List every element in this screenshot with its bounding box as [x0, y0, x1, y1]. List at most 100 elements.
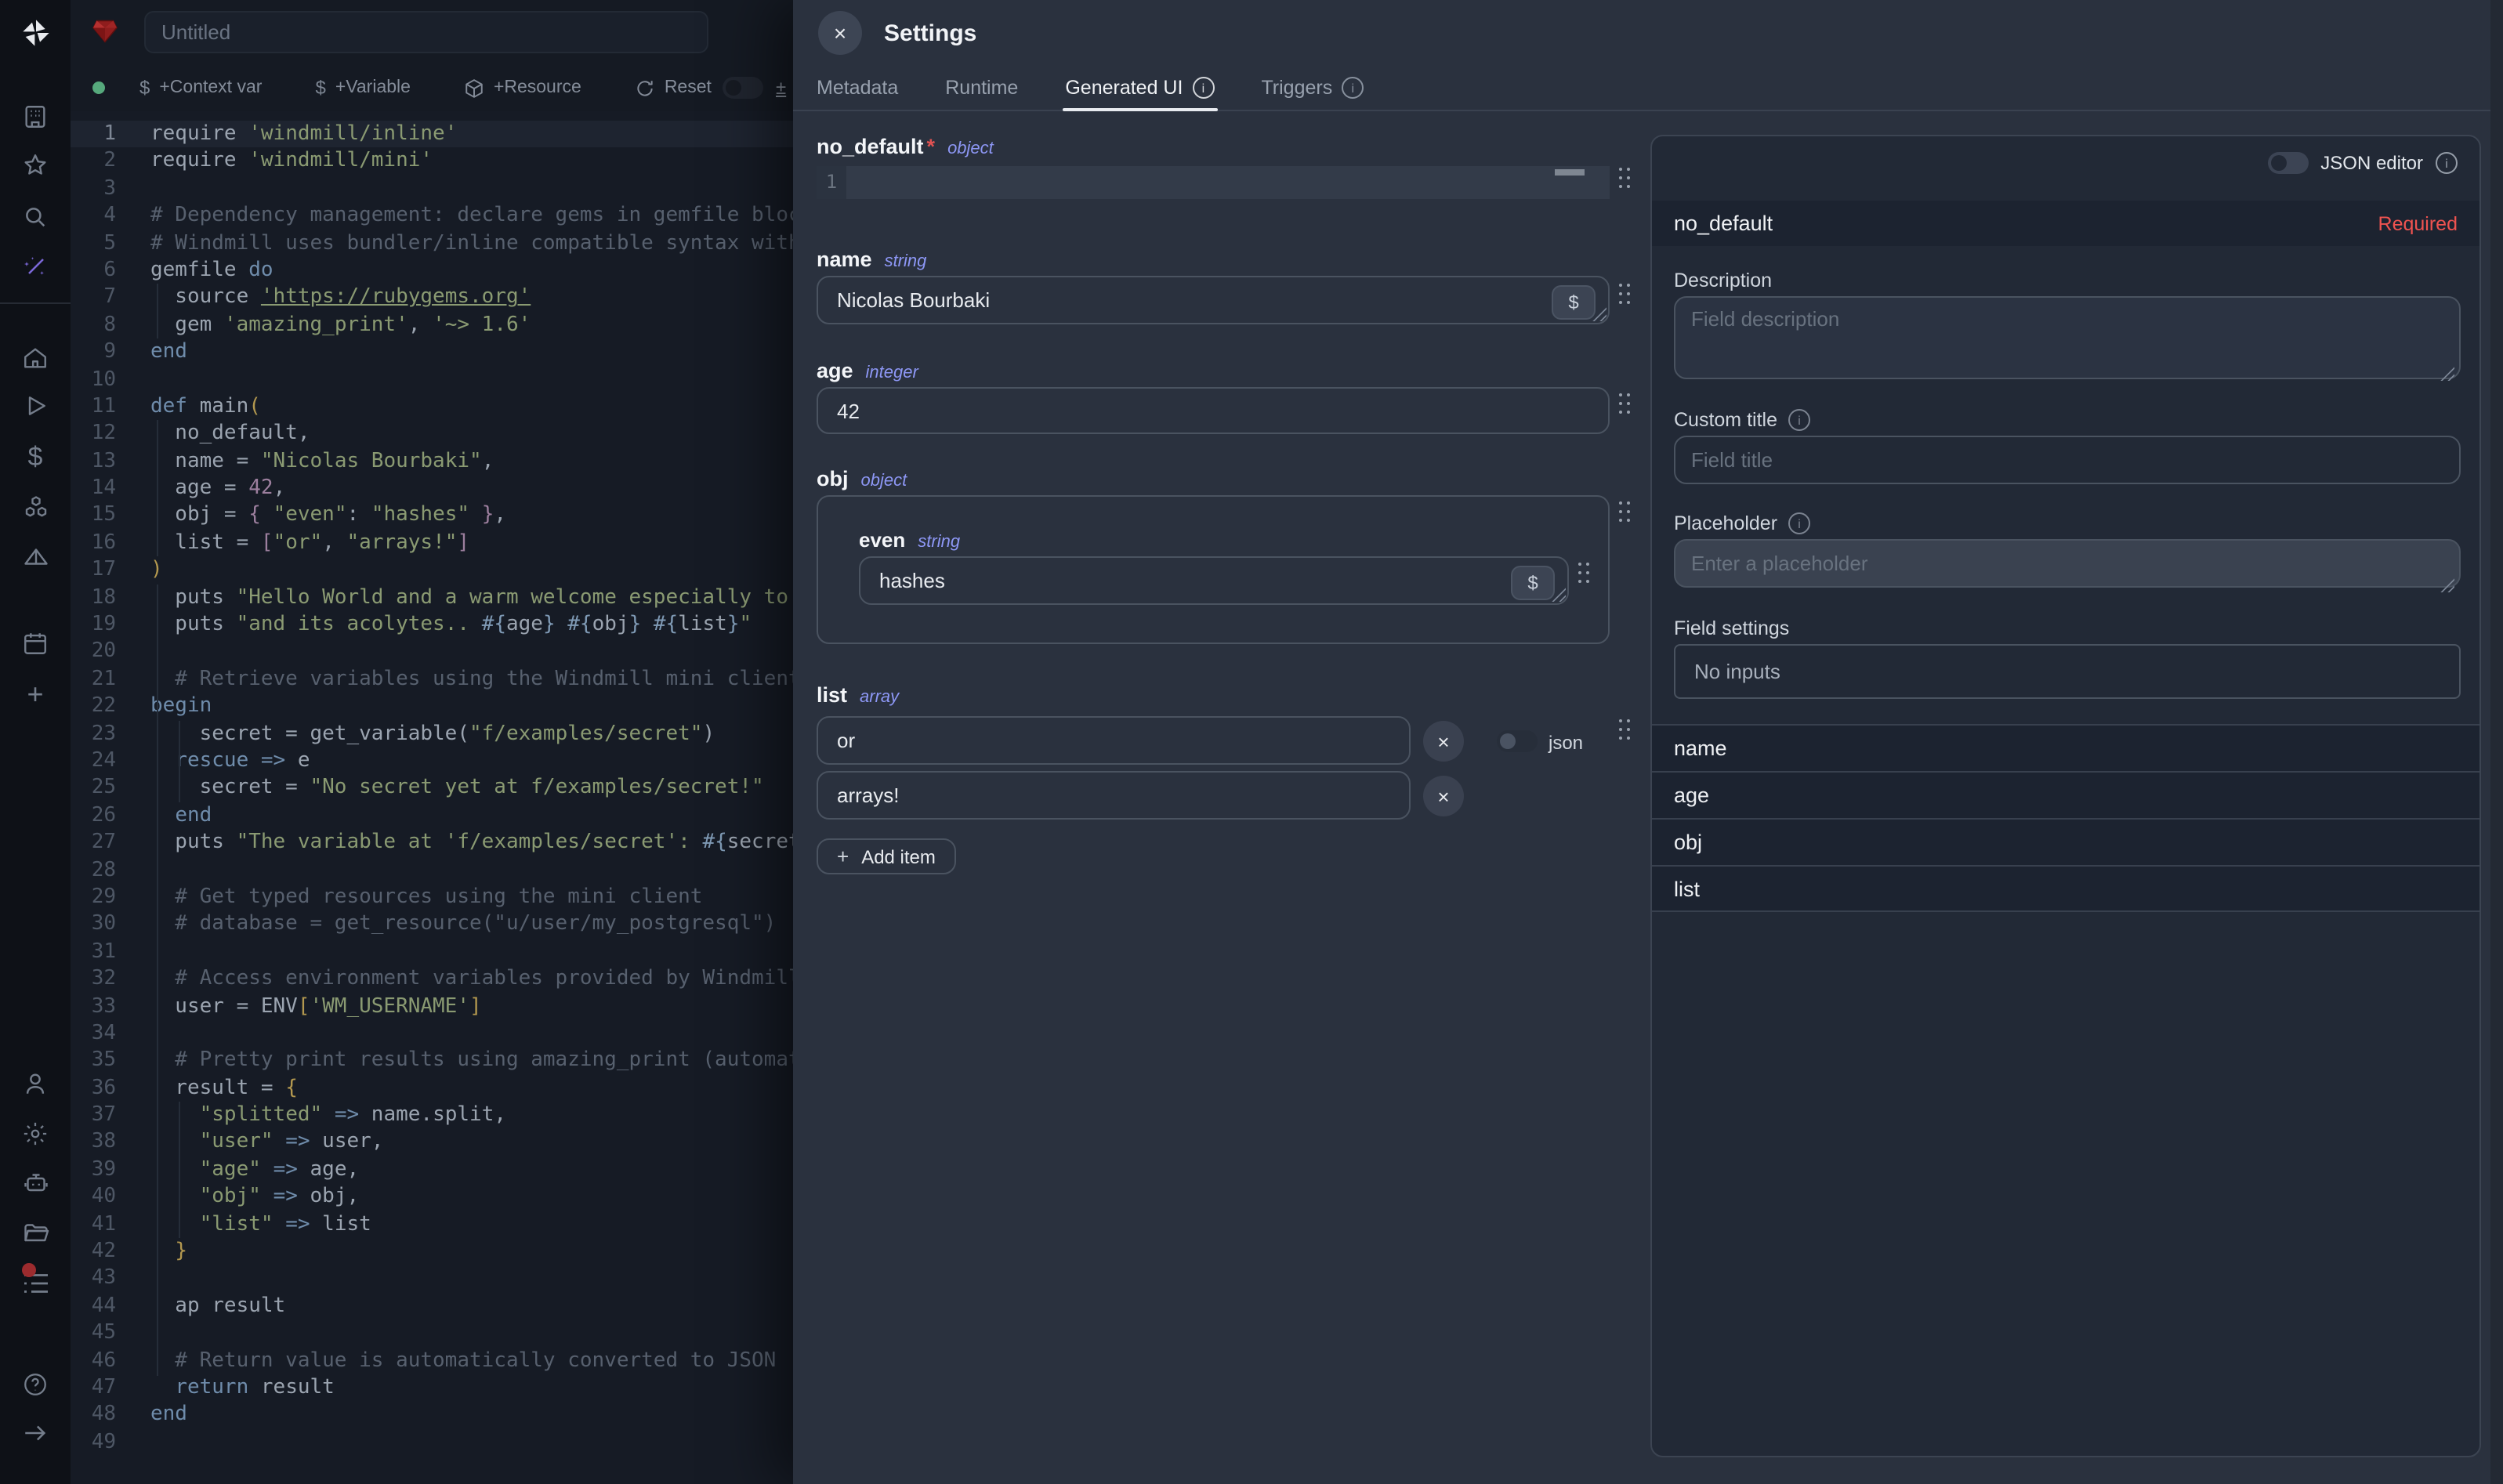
sidebar-ai-button[interactable] — [0, 249, 71, 284]
description-textarea[interactable] — [1674, 296, 2461, 379]
close-button[interactable]: × — [818, 11, 862, 55]
insert-variable-button[interactable]: $ — [1511, 566, 1555, 600]
add-variable-button[interactable]: $ +Variable — [315, 77, 411, 99]
field-row-obj[interactable]: obj — [1652, 818, 2479, 865]
sidebar-home-button[interactable] — [0, 340, 71, 375]
code-line[interactable]: 3 — [71, 176, 793, 203]
add-resource-button[interactable]: +Resource — [464, 78, 581, 98]
editor-scrollbar[interactable] — [1555, 169, 1585, 176]
field-row-name[interactable]: name — [1652, 724, 2479, 771]
field-row-list[interactable]: list — [1652, 865, 2479, 912]
list-item-input[interactable]: arrays! — [817, 771, 1411, 820]
code-line[interactable]: 8 gem 'amazing_print', '~> 1.6' — [71, 311, 793, 338]
code-line[interactable]: 48end — [71, 1402, 793, 1429]
sidebar-runs-button[interactable] — [0, 389, 71, 423]
code-line[interactable]: 21 # Retrieve variables using the Windmi… — [71, 666, 793, 693]
code-line[interactable]: 11def main( — [71, 393, 793, 421]
code-line[interactable]: 45 — [71, 1319, 793, 1347]
code-line[interactable]: 32 # Access environment variables provid… — [71, 965, 793, 993]
code-line[interactable]: 28 — [71, 856, 793, 884]
drag-handle[interactable] — [1619, 284, 1633, 307]
code-line[interactable]: 22begin — [71, 693, 793, 720]
insert-variable-button[interactable]: $ — [1552, 285, 1596, 320]
code-line[interactable]: 33 user = ENV['WM_USERNAME'] — [71, 993, 793, 1020]
drag-handle[interactable] — [1619, 719, 1633, 743]
code-line[interactable]: 26 end — [71, 802, 793, 830]
code-line[interactable]: 7 source 'https://rubygems.org' — [71, 284, 793, 312]
sidebar-triggers-button[interactable] — [0, 541, 71, 575]
name-input[interactable]: Nicolas Bourbaki $ — [817, 276, 1610, 324]
sidebar-expand-button[interactable] — [0, 1415, 71, 1450]
code-line[interactable]: 27 puts "The variable at 'f/examples/sec… — [71, 829, 793, 856]
code-line[interactable]: 49 — [71, 1429, 793, 1457]
code-line[interactable]: 31 — [71, 938, 793, 965]
code-line[interactable]: 47 return result — [71, 1374, 793, 1402]
code-line[interactable]: 36 result = { — [71, 1074, 793, 1102]
code-line[interactable]: 35 # Pretty print results using amazing_… — [71, 1048, 793, 1075]
code-line[interactable]: 34 — [71, 1020, 793, 1048]
sidebar-audit-logs-button[interactable] — [0, 1266, 71, 1301]
sidebar-favorites-button[interactable] — [0, 147, 71, 182]
code-line[interactable]: 43 — [71, 1265, 793, 1293]
code-line[interactable]: 44 ap result — [71, 1293, 793, 1320]
drag-handle[interactable] — [1619, 501, 1633, 525]
code-line[interactable]: 18 puts "Hello World and a warm welcome … — [71, 584, 793, 611]
sidebar-help-button[interactable] — [0, 1366, 71, 1401]
code-line[interactable]: 14 age = 42, — [71, 475, 793, 502]
even-input[interactable]: hashes $ — [859, 556, 1569, 605]
code-line[interactable]: 9end — [71, 338, 793, 366]
no-default-json-editor[interactable]: 1 — [817, 166, 1610, 199]
custom-title-input[interactable] — [1674, 436, 2461, 484]
list-item-input[interactable]: or — [817, 716, 1411, 765]
code-line[interactable]: 1require 'windmill/inline' — [71, 121, 793, 148]
json-toggle[interactable] — [1497, 730, 1538, 752]
code-line[interactable]: 2require 'windmill/mini' — [71, 148, 793, 176]
sidebar-workers-button[interactable] — [0, 1166, 71, 1200]
sidebar-create-button[interactable]: + — [0, 677, 71, 711]
tab-runtime[interactable]: Runtime — [945, 66, 1018, 110]
code-line[interactable]: 19 puts "and its acolytes.. #{age} #{obj… — [71, 611, 793, 639]
code-line[interactable]: 4# Dependency management: declare gems i… — [71, 202, 793, 230]
field-row-age[interactable]: age — [1652, 771, 2479, 818]
tab-generated-ui[interactable]: Generated UI i — [1065, 66, 1214, 110]
selected-field-row[interactable]: no_default Required — [1652, 201, 2479, 246]
sidebar-resources-button[interactable] — [0, 490, 71, 525]
tab-metadata[interactable]: Metadata — [817, 66, 898, 110]
code-line[interactable]: 15 obj = { "even": "hashes" }, — [71, 502, 793, 530]
script-title-input[interactable] — [144, 11, 708, 53]
code-line[interactable]: 16 list = ["or", "arrays!"] — [71, 530, 793, 557]
code-line[interactable]: 42 } — [71, 1238, 793, 1265]
editor-mode-toggle[interactable] — [723, 77, 763, 99]
sidebar-account-button[interactable] — [0, 1066, 71, 1100]
tab-triggers[interactable]: Triggers i — [1261, 66, 1364, 110]
code-line[interactable]: 20 — [71, 639, 793, 666]
json-editor-toggle[interactable] — [2267, 152, 2308, 174]
placeholder-input[interactable] — [1674, 539, 2461, 588]
sidebar-variables-button[interactable]: $ — [0, 440, 71, 475]
windmill-logo[interactable] — [0, 16, 71, 50]
remove-item-button[interactable]: × — [1423, 776, 1464, 816]
code-line[interactable]: 6gemfile do — [71, 257, 793, 284]
drag-handle[interactable] — [1619, 168, 1633, 191]
code-editor[interactable]: 1require 'windmill/inline'2require 'wind… — [71, 111, 793, 1484]
code-line[interactable]: 13 name = "Nicolas Bourbaki", — [71, 447, 793, 475]
code-line[interactable]: 17) — [71, 557, 793, 585]
code-line[interactable]: 12 no_default, — [71, 421, 793, 448]
reset-button[interactable]: Reset — [635, 78, 712, 98]
sidebar-schedules-button[interactable] — [0, 625, 71, 660]
code-line[interactable]: 30 # database = get_resource("u/user/my_… — [71, 911, 793, 939]
sidebar-settings-button[interactable] — [0, 1116, 71, 1150]
code-line[interactable]: 5# Windmill uses bundler/inline compatib… — [71, 230, 793, 257]
sidebar-workspace-button[interactable] — [0, 99, 71, 133]
add-item-button[interactable]: + Add item — [817, 838, 956, 874]
drag-handle[interactable] — [1619, 393, 1633, 417]
code-line[interactable]: 29 # Get typed resources using the mini … — [71, 884, 793, 911]
drawer-scrollbar-gutter[interactable] — [2490, 0, 2503, 1484]
add-context-var-button[interactable]: $ +Context var — [139, 77, 262, 99]
sidebar-folders-button[interactable] — [0, 1216, 71, 1251]
age-input[interactable]: 42 — [817, 387, 1610, 434]
remove-item-button[interactable]: × — [1423, 721, 1464, 762]
drag-handle[interactable] — [1578, 563, 1592, 586]
code-line[interactable]: 46 # Return value is automatically conve… — [71, 1347, 793, 1374]
code-line[interactable]: 10 — [71, 366, 793, 393]
